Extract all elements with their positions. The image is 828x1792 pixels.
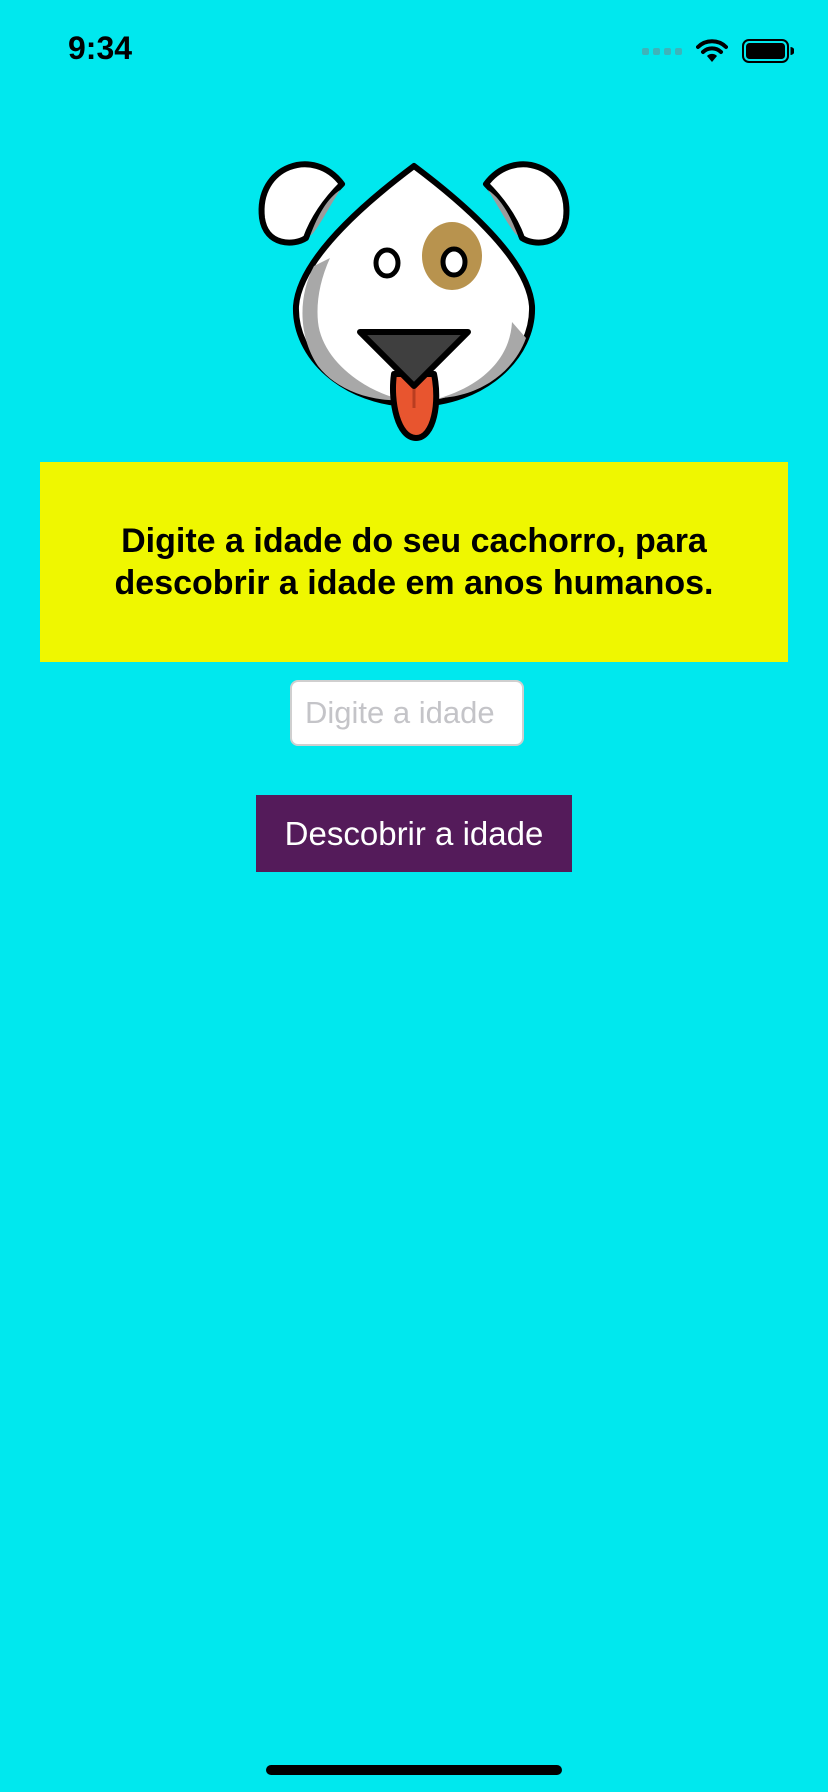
battery-icon	[742, 39, 794, 63]
discover-age-button[interactable]: Descobrir a idade	[256, 795, 572, 872]
cellular-signal-icon	[642, 47, 682, 55]
status-bar: 9:34	[0, 0, 828, 100]
home-indicator[interactable]	[266, 1765, 562, 1775]
instruction-banner: Digite a idade do seu cachorro, para des…	[40, 462, 788, 662]
instruction-text: Digite a idade do seu cachorro, para des…	[114, 522, 714, 602]
age-input[interactable]	[290, 680, 524, 746]
status-time: 9:34	[68, 30, 133, 66]
wifi-icon	[696, 39, 728, 62]
status-icons	[642, 36, 794, 66]
dog-face-icon	[258, 161, 570, 441]
